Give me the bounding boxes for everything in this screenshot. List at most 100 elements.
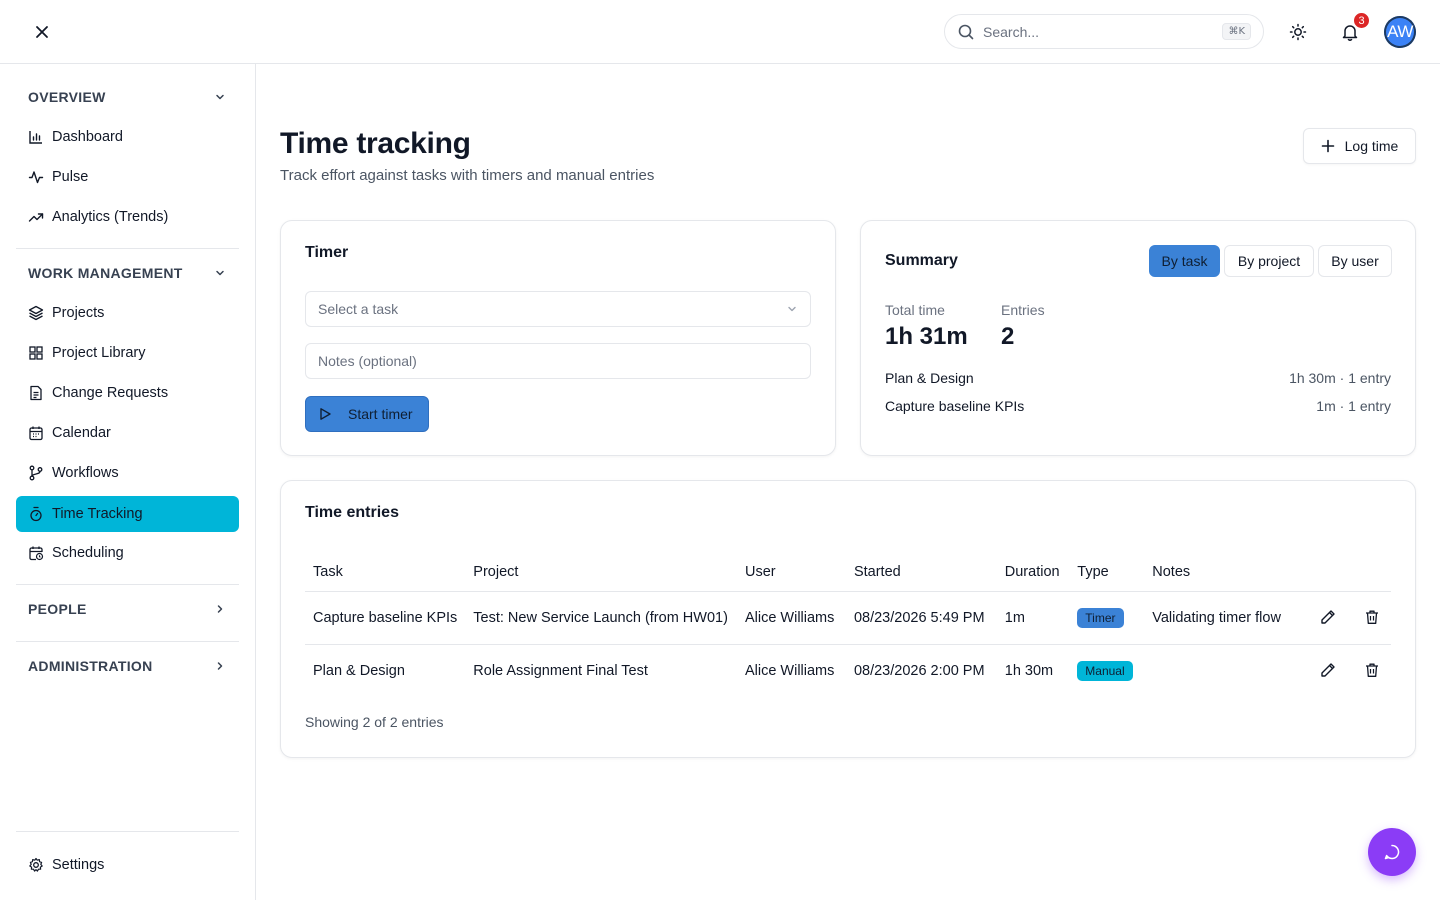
sidebar-item-projects[interactable]: Projects xyxy=(16,295,239,331)
edit-entry-button[interactable] xyxy=(1317,606,1339,628)
chevron-down-icon xyxy=(213,266,227,280)
sidebar-item-settings[interactable]: Settings xyxy=(16,847,239,883)
activity-icon xyxy=(28,169,44,185)
user-avatar[interactable]: AW xyxy=(1384,16,1416,48)
timer-card: Timer Select a task Start timer xyxy=(280,220,836,456)
close-icon xyxy=(36,26,48,38)
delete-entry-button[interactable] xyxy=(1361,659,1383,681)
summary-row: Capture baseline KPIs 1m · 1 entry xyxy=(885,398,1391,414)
sidebar-item-label: Workflows xyxy=(52,465,119,481)
summary-row-name: Capture baseline KPIs xyxy=(885,398,1025,414)
sidebar-item-label: Project Library xyxy=(52,345,146,361)
pencil-icon xyxy=(1321,663,1335,677)
sidebar-item-scheduling[interactable]: Scheduling xyxy=(16,535,239,571)
search-input[interactable] xyxy=(983,23,1223,40)
sidebar-item-label: Change Requests xyxy=(52,385,169,401)
page-subtitle: Track effort against tasks with timers a… xyxy=(280,167,655,184)
plus-icon xyxy=(1321,139,1334,153)
column-header-project: Project xyxy=(465,553,737,592)
layers-icon xyxy=(28,305,44,321)
time-entries-title: Time entries xyxy=(305,504,399,521)
calendar-clock-icon xyxy=(28,545,44,561)
cell-project: Test: New Service Launch (from HW01) xyxy=(465,591,737,645)
sidebar-item-analytics[interactable]: Analytics (Trends) xyxy=(16,199,239,235)
sidebar-item-label: Pulse xyxy=(52,169,89,185)
cell-started: 08/23/2026 2:00 PM xyxy=(853,662,985,679)
entries-value: 2 xyxy=(1001,323,1015,350)
chevron-right-icon xyxy=(213,602,227,616)
section-label: OVERVIEW xyxy=(28,89,106,105)
sidebar-item-workflows[interactable]: Workflows xyxy=(16,455,239,491)
cell-type: Manual xyxy=(1069,644,1144,697)
sidebar-item-time-tracking[interactable]: Time Tracking xyxy=(16,496,239,532)
notification-count-badge: 3 xyxy=(1352,11,1371,30)
edit-entry-button[interactable] xyxy=(1317,659,1339,681)
sidebar-item-label: Analytics (Trends) xyxy=(52,209,169,225)
cell-started: 08/23/2026 5:49 PM xyxy=(845,591,997,645)
task-select-placeholder: Select a task xyxy=(318,301,399,317)
chat-button[interactable] xyxy=(1368,828,1416,876)
grid-icon xyxy=(28,345,44,361)
sidebar-item-label: Scheduling xyxy=(52,545,124,561)
sidebar-divider xyxy=(16,641,239,642)
sidebar-item-label: Calendar xyxy=(52,425,111,441)
column-header-task: Task xyxy=(305,553,466,592)
calendar-icon xyxy=(28,425,44,441)
tab-by-task[interactable]: By task xyxy=(1149,245,1220,277)
task-select[interactable]: Select a task xyxy=(305,291,811,327)
cell-duration: 1m xyxy=(996,591,1070,645)
chevron-down-icon xyxy=(788,306,796,312)
entries-count-text: Showing 2 of 2 entries xyxy=(305,714,444,730)
section-work-management[interactable]: WORK MANAGEMENT xyxy=(16,257,239,289)
theme-toggle-button[interactable] xyxy=(1285,19,1311,45)
summary-row-name: Plan & Design xyxy=(885,370,974,386)
sidebar-item-change-requests[interactable]: Change Requests xyxy=(16,375,239,411)
table-header-row: Task Project User Started Duration Type … xyxy=(305,553,1391,592)
cell-user: Alice Williams xyxy=(736,591,846,645)
sidebar-item-project-library[interactable]: Project Library xyxy=(16,335,239,371)
table-row: Capture baseline KPIs Test: New Service … xyxy=(305,591,1391,645)
search-box[interactable]: ⌘K xyxy=(944,14,1264,49)
delete-entry-button[interactable] xyxy=(1361,606,1383,628)
sidebar-item-calendar[interactable]: Calendar xyxy=(16,415,239,451)
entries-label: Entries xyxy=(1001,302,1045,318)
section-people[interactable]: PEOPLE xyxy=(16,593,239,625)
trash-icon xyxy=(1366,610,1378,624)
sidebar-item-dashboard[interactable]: Dashboard xyxy=(16,119,239,155)
total-time-label: Total time xyxy=(885,302,945,318)
type-badge: Timer xyxy=(1077,607,1124,628)
tab-by-user[interactable]: By user xyxy=(1318,245,1392,277)
sun-icon xyxy=(1289,23,1307,41)
tab-by-project[interactable]: By project xyxy=(1224,245,1314,277)
summary-row: Plan & Design 1h 30m · 1 entry xyxy=(885,370,1391,386)
git-branch-icon xyxy=(28,465,44,481)
section-label: PEOPLE xyxy=(28,601,87,617)
section-overview[interactable]: OVERVIEW xyxy=(16,81,239,113)
file-text-icon xyxy=(28,385,44,401)
cell-notes xyxy=(1144,644,1301,697)
trash-icon xyxy=(1366,663,1378,678)
page-title: Time tracking xyxy=(280,127,471,160)
column-header-duration: Duration xyxy=(996,553,1070,592)
summary-title: Summary xyxy=(885,252,958,269)
top-bar: ⌘K 3 AW xyxy=(0,0,1440,64)
timer-icon xyxy=(28,506,44,522)
section-label: ADMINISTRATION xyxy=(28,658,153,674)
cell-type: Timer xyxy=(1069,591,1145,645)
sidebar-item-label: Dashboard xyxy=(52,129,123,145)
sidebar-item-pulse[interactable]: Pulse xyxy=(16,159,239,195)
pencil-icon xyxy=(1321,610,1335,624)
sidebar-divider xyxy=(16,584,239,585)
search-shortcut: ⌘K xyxy=(1222,23,1251,40)
trending-up-icon xyxy=(28,209,44,225)
start-timer-button[interactable]: Start timer xyxy=(305,396,429,432)
time-entries-card: Time entries Task Project User Started D… xyxy=(280,480,1416,758)
log-time-label: Log time xyxy=(1344,138,1399,154)
notes-input[interactable] xyxy=(305,343,811,379)
close-sidebar-button[interactable] xyxy=(28,18,56,46)
sidebar-divider xyxy=(16,248,239,249)
total-time-value: 1h 31m xyxy=(885,323,968,350)
cell-user: Alice Williams xyxy=(744,662,835,679)
section-administration[interactable]: ADMINISTRATION xyxy=(16,650,239,682)
log-time-button[interactable]: Log time xyxy=(1303,128,1416,164)
